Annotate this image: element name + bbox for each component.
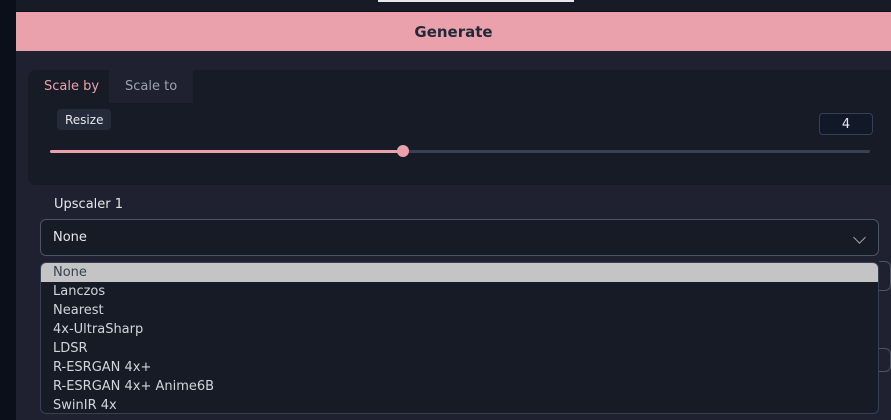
- upscaler-selected-value: None: [53, 230, 87, 245]
- dropdown-option[interactable]: Lanczos: [41, 282, 878, 301]
- hidden-field-edge: [879, 261, 891, 291]
- upscaler-label: Upscaler 1: [54, 197, 124, 212]
- upscaler-select[interactable]: None: [40, 219, 879, 256]
- tab-scale-by[interactable]: Scale by: [28, 70, 116, 103]
- dropdown-option[interactable]: Nearest: [41, 301, 878, 320]
- left-margin: [0, 0, 16, 420]
- dropdown-option[interactable]: 4x-UltraSharp: [41, 320, 878, 339]
- tab-scale-to[interactable]: Scale to: [109, 70, 194, 103]
- image-preview-strip: [16, 0, 891, 11]
- resize-label: Resize: [57, 109, 112, 130]
- hidden-field-edge: [879, 348, 891, 372]
- resize-slider-thumb[interactable]: [396, 145, 409, 157]
- dropdown-option[interactable]: R-ESRGAN 4x+: [41, 358, 878, 377]
- app-frame: Generate Scale by Scale to Resize 4 Upsc…: [0, 0, 891, 420]
- dropdown-option[interactable]: None: [41, 263, 878, 282]
- chevron-down-icon[interactable]: [853, 231, 866, 244]
- resize-slider-fill: [50, 150, 403, 153]
- generate-button[interactable]: Generate: [16, 12, 891, 51]
- resize-number-input[interactable]: 4: [819, 113, 873, 135]
- upscaler-dropdown-list: None Lanczos Nearest 4x-UltraSharp LDSR R-ESR…: [40, 262, 879, 414]
- dropdown-option[interactable]: SwinIR 4x: [41, 396, 878, 413]
- resize-slider[interactable]: [50, 145, 870, 157]
- dropdown-option[interactable]: R-ESRGAN 4x+ Anime6B: [41, 377, 878, 396]
- dropdown-option[interactable]: LDSR: [41, 339, 878, 358]
- image-preview-thumbnail: [378, 0, 574, 2]
